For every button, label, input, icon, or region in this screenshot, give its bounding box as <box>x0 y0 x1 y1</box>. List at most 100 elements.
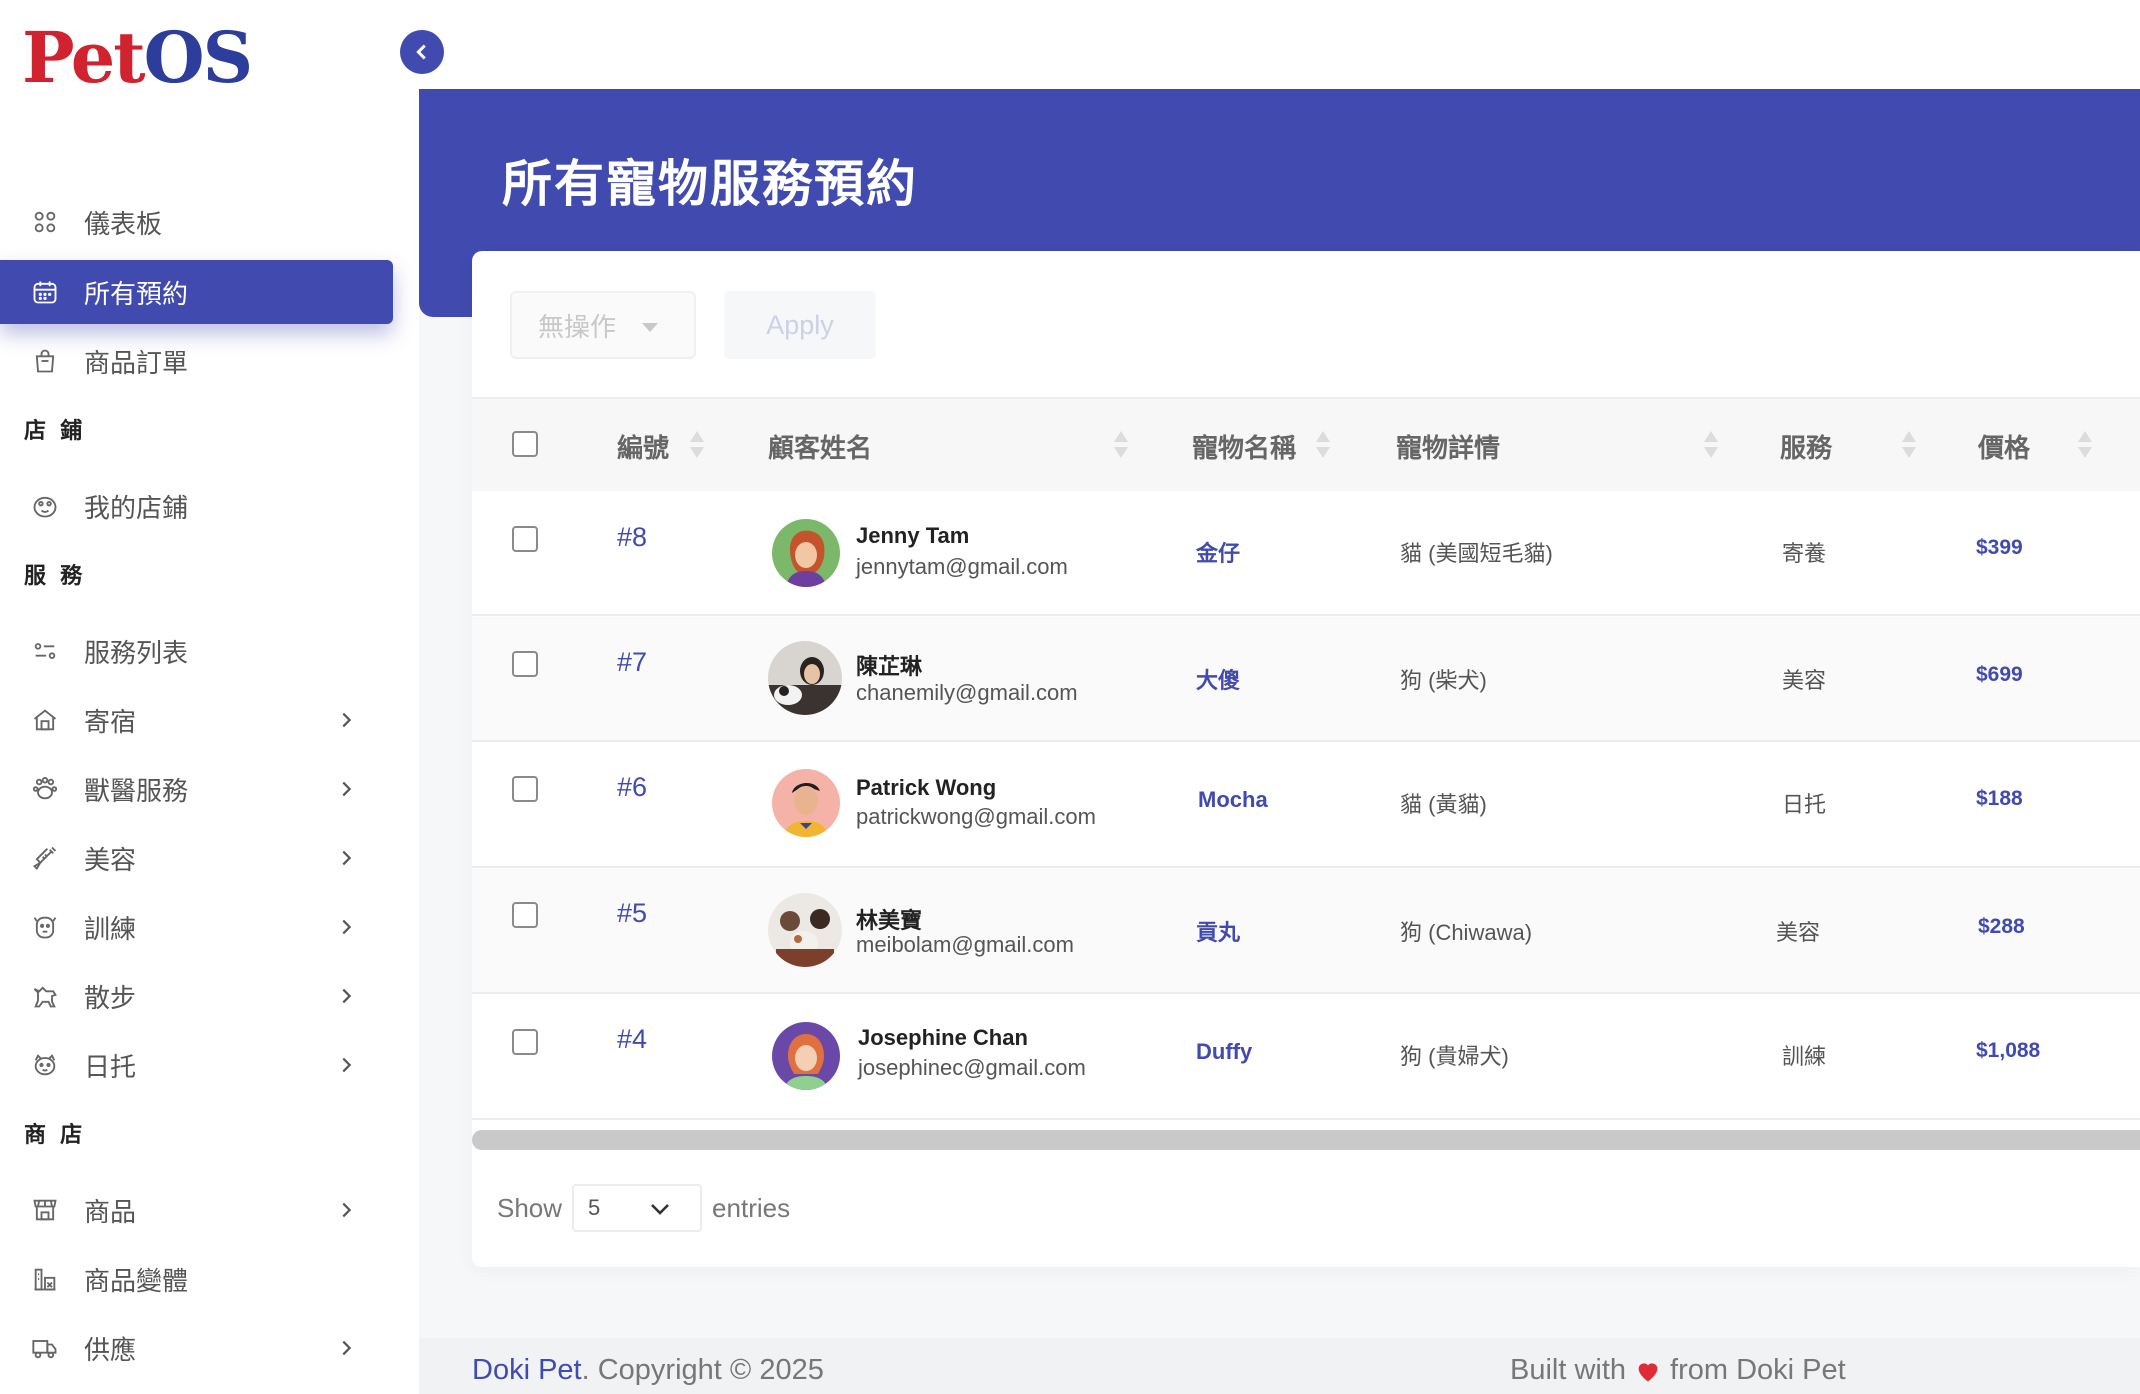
sidebar-item-label: 我的店鋪 <box>84 492 189 523</box>
footer-brand-link[interactable]: Doki Pet <box>472 1354 582 1386</box>
storefront-icon <box>30 1195 60 1225</box>
chevron-left-icon <box>416 44 426 60</box>
sort-icon[interactable] <box>1702 427 1720 465</box>
bulk-action-select[interactable]: 無操作 <box>510 291 696 359</box>
sidebar-item-my-store[interactable]: 我的店鋪 <box>0 474 393 538</box>
pet-detail: 狗 (Chiwawa) <box>1400 920 1533 945</box>
header-customer[interactable]: 顧客姓名 <box>768 399 872 493</box>
pet-name-link[interactable]: Mocha <box>1198 787 1268 813</box>
sidebar-item-service-list[interactable]: 服務列表 <box>0 619 393 683</box>
sidebar-item-label: 日托 <box>84 1051 137 1082</box>
horizontal-scrollbar[interactable] <box>472 1130 2140 1150</box>
sidebar-item-all-bookings[interactable]: 所有預約 <box>0 260 393 324</box>
row-checkbox[interactable] <box>512 526 538 552</box>
booking-id-link[interactable]: #8 <box>617 522 647 553</box>
header-price[interactable]: 價格 <box>1978 399 2030 493</box>
booking-id-link[interactable]: #4 <box>617 1024 647 1055</box>
table-row[interactable]: #4 Josephine Chan josephinec@gmail.com D… <box>472 995 2140 1120</box>
sort-icon[interactable] <box>688 427 706 465</box>
header-pet-detail[interactable]: 寵物詳情 <box>1396 399 1500 493</box>
row-checkbox[interactable] <box>512 902 538 928</box>
header-id[interactable]: 編號 <box>617 399 669 493</box>
sidebar-item-supply[interactable]: 供應 <box>0 1316 393 1380</box>
chevron-right-icon <box>342 1340 352 1356</box>
sidebar-item-training[interactable]: 訓練 <box>0 895 393 959</box>
sidebar-item-dashboard[interactable]: 儀表板 <box>0 190 393 254</box>
show-label: Show <box>497 1192 563 1223</box>
sidebar-item-products[interactable]: 商品 <box>0 1178 393 1242</box>
bulk-action-value: 無操作 <box>538 311 617 342</box>
pet-name-link[interactable]: 貢丸 <box>1196 915 1240 947</box>
apply-button[interactable]: Apply <box>724 291 876 359</box>
entries-value: 5 <box>588 1195 601 1220</box>
booking-id-link[interactable]: #7 <box>617 647 647 678</box>
sort-icon[interactable] <box>1900 427 1918 465</box>
chevron-down-icon <box>651 1204 669 1215</box>
customer-email: chanemily@gmail.com <box>856 680 1078 705</box>
price: $399 <box>1976 536 2023 559</box>
top-header <box>419 0 2140 89</box>
customer-email: patrickwong@gmail.com <box>856 804 1096 829</box>
sidebar-item-vet[interactable]: 獸醫服務 <box>0 757 393 821</box>
row-checkbox[interactable] <box>512 1029 538 1055</box>
footer-built-with: Built with from Doki Pet <box>1510 1354 1846 1386</box>
avatar <box>768 893 842 967</box>
table-row[interactable]: #5 林美寶 meibolam@gmail.com 貢丸 狗 (Chiwawa)… <box>472 869 2140 994</box>
service-type: 美容 <box>1782 668 1827 693</box>
booking-id-link[interactable]: #6 <box>617 772 647 803</box>
customer-email: josephinec@gmail.com <box>858 1055 1086 1080</box>
sidebar-item-daycare[interactable]: 日托 <box>0 1033 393 1097</box>
heart-icon <box>1638 1362 1658 1381</box>
variants-icon <box>30 1264 60 1294</box>
customer-name: 林美寶 <box>856 908 923 933</box>
table-row[interactable]: #8 Jenny Tam jennytam@gmail.com 金仔 貓 (美國… <box>472 491 2140 616</box>
sidebar-item-label: 儀表板 <box>84 208 163 239</box>
customer-email: jennytam@gmail.com <box>856 554 1068 579</box>
sidebar-collapse-button[interactable] <box>400 30 444 74</box>
sidebar-item-walking[interactable]: 散步 <box>0 964 393 1028</box>
sort-icon[interactable] <box>2076 427 2094 465</box>
header-pet-name[interactable]: 寵物名稱 <box>1192 399 1296 493</box>
paw-shop-icon <box>30 491 60 521</box>
sidebar-item-product-variants[interactable]: 商品變體 <box>0 1247 393 1311</box>
sidebar-item-boarding[interactable]: 寄宿 <box>0 688 393 752</box>
sidebar-item-label: 服務列表 <box>84 637 189 668</box>
service-type: 訓練 <box>1782 1044 1827 1069</box>
avatar <box>772 1022 840 1090</box>
grid-icon <box>30 207 60 237</box>
price: $1,088 <box>1976 1039 2041 1062</box>
price: $288 <box>1978 915 2025 938</box>
header-service[interactable]: 服務 <box>1780 399 1832 493</box>
sort-icon[interactable] <box>1112 427 1130 465</box>
avatar <box>772 519 840 587</box>
pet-detail: 貓 (黃貓) <box>1400 792 1487 817</box>
logo[interactable]: PetOS <box>22 18 253 98</box>
service-type: 美容 <box>1776 920 1821 945</box>
table-row[interactable]: #6 Patrick Wong patrickwong@gmail.com Mo… <box>472 743 2140 868</box>
avatar <box>772 769 840 837</box>
chevron-right-icon <box>342 781 352 797</box>
shopping-bag-icon <box>30 346 60 376</box>
section-title-store: 店 鋪 <box>24 418 87 443</box>
chevron-right-icon <box>342 712 352 728</box>
sidebar-item-grooming[interactable]: 美容 <box>0 826 393 890</box>
pet-detail: 狗 (貴婦犬) <box>1400 1044 1509 1069</box>
sidebar-item-label: 供應 <box>84 1334 137 1365</box>
customer-name: Josephine Chan <box>858 1025 1028 1050</box>
row-checkbox[interactable] <box>512 651 538 677</box>
row-checkbox[interactable] <box>512 776 538 802</box>
sidebar-item-label: 商品訂單 <box>84 347 189 378</box>
booking-id-link[interactable]: #5 <box>617 898 647 929</box>
section-title-shop: 商 店 <box>24 1122 87 1147</box>
sidebar-item-orders[interactable]: 商品訂單 <box>0 329 393 393</box>
app-page: PetOS 儀表板 所有預約 商品訂單 店 鋪 我的店鋪 服 務 服務列表 寄宿 <box>0 0 2140 1394</box>
service-type: 寄養 <box>1782 541 1827 566</box>
pet-name-link[interactable]: Duffy <box>1196 1039 1252 1065</box>
pet-name-link[interactable]: 大傻 <box>1196 663 1240 695</box>
entries-per-page-select[interactable]: 5 <box>572 1184 703 1232</box>
sort-icon[interactable] <box>1314 427 1332 465</box>
sidebar-item-label: 美容 <box>84 844 137 875</box>
table-row[interactable]: #7 陳芷琳 chanemily@gmail.com 大傻 狗 (柴犬) 美容 … <box>472 617 2140 742</box>
select-all-checkbox[interactable] <box>512 431 538 457</box>
pet-name-link[interactable]: 金仔 <box>1196 536 1240 568</box>
